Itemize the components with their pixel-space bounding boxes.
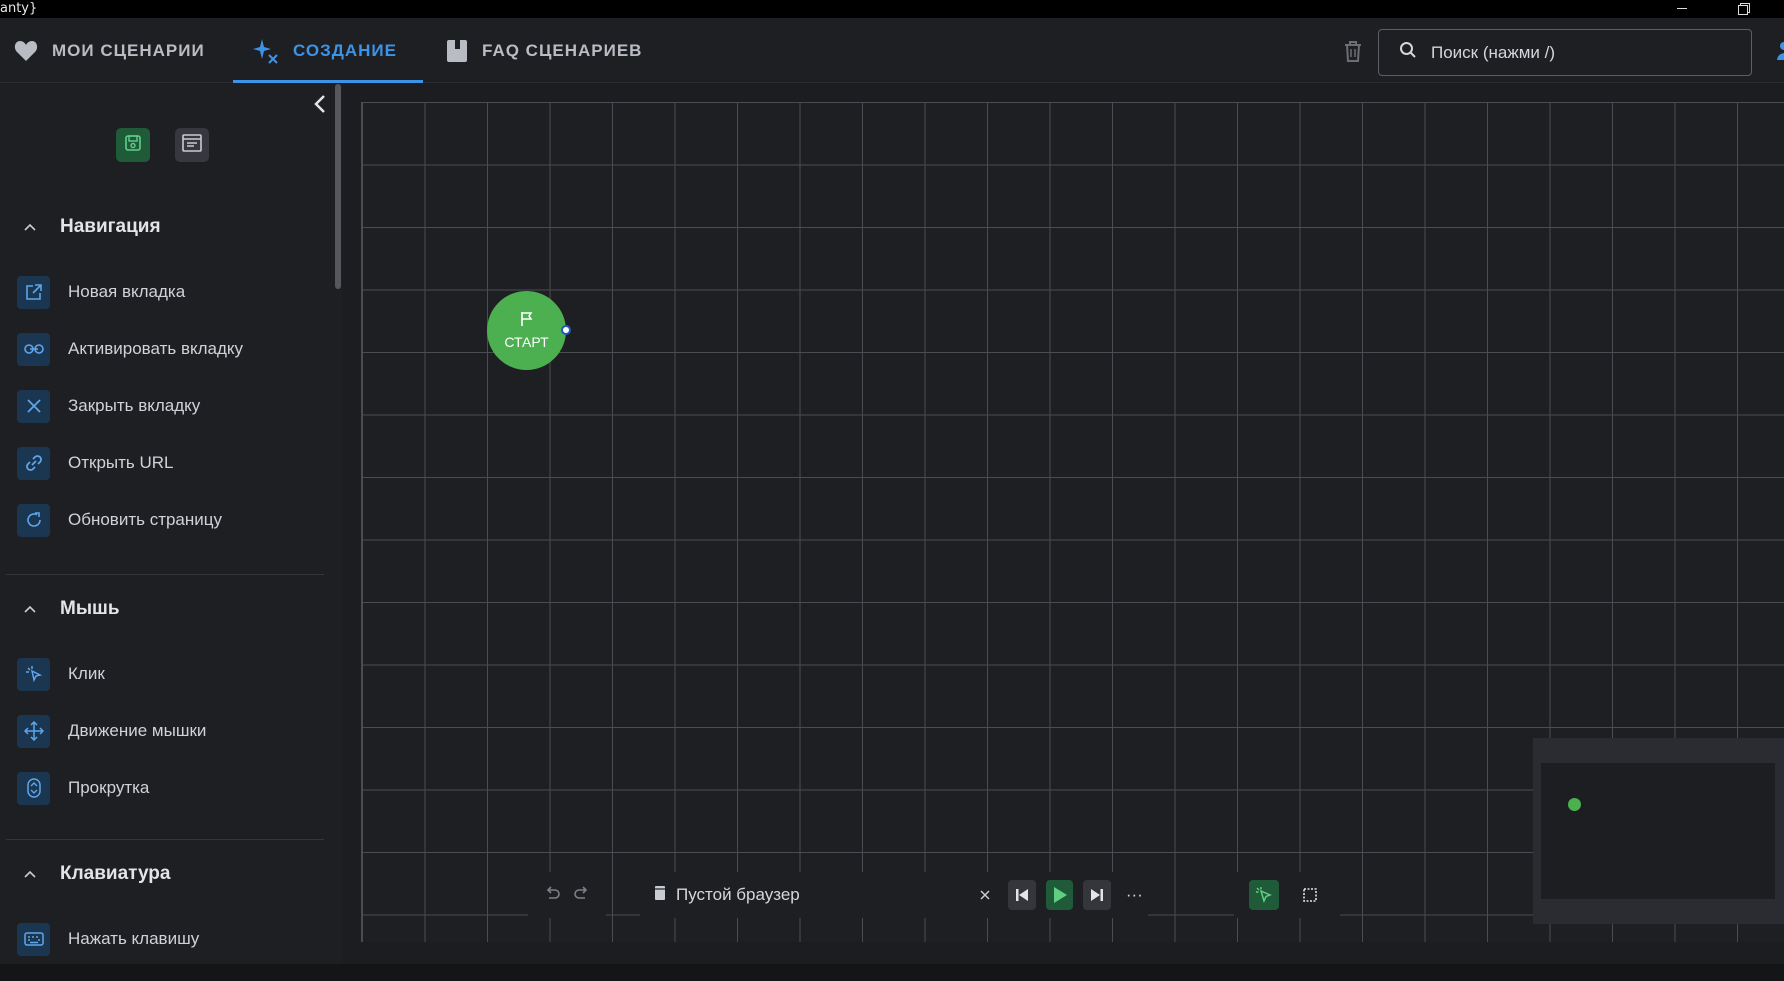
link-icon	[17, 332, 50, 366]
tab-label: FAQ СЦЕНАРИЕВ	[482, 40, 643, 60]
user-icon[interactable]	[1776, 40, 1784, 62]
action-press-key[interactable]: Нажать клавишу	[17, 922, 199, 956]
chain-link-icon	[17, 446, 50, 480]
start-node-label: СТАРТ	[504, 334, 549, 350]
more-options-button[interactable]: ···	[1121, 880, 1148, 910]
play-button[interactable]	[1045, 880, 1074, 910]
tab-label: МОИ СЦЕНАРИИ	[52, 40, 205, 60]
action-open-url[interactable]: Открыть URL	[17, 446, 174, 480]
collapse-sidebar-icon[interactable]	[310, 92, 330, 116]
action-label: Движение мышки	[68, 721, 207, 740]
window-title: anty}	[0, 1, 38, 16]
action-click[interactable]: Клик	[17, 657, 105, 691]
refresh-icon	[17, 503, 50, 537]
minimap-start-node	[1568, 798, 1581, 811]
action-new-tab[interactable]: Новая вкладка	[17, 275, 185, 309]
move-icon	[17, 714, 50, 748]
clear-profile-button[interactable]	[971, 880, 998, 910]
step-back-button[interactable]	[1008, 880, 1036, 910]
sparkles-icon	[253, 38, 279, 64]
tab-my-scenarios[interactable]: МОИ СЦЕНАРИИ	[14, 18, 205, 83]
step-forward-button[interactable]	[1083, 880, 1111, 910]
close-icon	[17, 389, 50, 423]
action-scroll[interactable]: Прокрутка	[17, 771, 149, 805]
book-icon	[446, 39, 468, 63]
start-node-output-port[interactable]	[561, 325, 571, 335]
section-title: Клавиатура	[60, 863, 171, 884]
tab-create[interactable]: СОЗДАНИЕ	[253, 18, 397, 83]
redo-icon[interactable]	[573, 885, 591, 905]
section-divider	[6, 574, 324, 575]
section-header-keyboard[interactable]: Клавиатура	[0, 859, 330, 889]
cursor-click-icon	[17, 657, 50, 691]
template-icon	[182, 133, 202, 157]
window-titlebar: anty}	[0, 0, 1784, 18]
action-close-tab[interactable]: Закрыть вкладку	[17, 389, 200, 423]
action-label: Открыть URL	[68, 453, 174, 472]
open-tab-icon	[17, 275, 50, 309]
section-header-mouse[interactable]: Мышь	[0, 594, 330, 624]
restore-button[interactable]	[1722, 0, 1762, 18]
action-label: Новая вкладка	[68, 282, 186, 301]
action-label: Прокрутка	[68, 778, 150, 797]
history-toolbar	[528, 872, 606, 918]
flag-icon	[520, 311, 534, 330]
search-box[interactable]	[1378, 29, 1752, 76]
area-select-button[interactable]	[1295, 880, 1325, 910]
sidebar-scrollbar[interactable]	[335, 84, 341, 289]
active-tab-indicator	[233, 80, 423, 83]
action-refresh-page[interactable]: Обновить страницу	[17, 503, 222, 537]
tab-label: СОЗДАНИЕ	[293, 40, 397, 60]
action-label: Обновить страницу	[68, 510, 223, 529]
top-navigation: МОИ СЦЕНАРИИ СОЗДАНИЕ FAQ СЦЕНАРИЕВ	[0, 18, 1784, 83]
keyboard-icon	[17, 922, 50, 956]
save-icon	[124, 134, 142, 157]
action-mouse-move[interactable]: Движение мышки	[17, 714, 206, 748]
heart-icon	[14, 40, 38, 62]
trash-icon[interactable]	[1343, 40, 1363, 67]
chevron-up-icon	[0, 869, 60, 879]
search-input[interactable]	[1431, 42, 1691, 63]
tab-faq[interactable]: FAQ СЦЕНАРИЕВ	[446, 18, 642, 83]
minimap-viewport	[1541, 763, 1775, 899]
section-header-navigation[interactable]: Навигация	[0, 212, 330, 242]
minimap[interactable]	[1533, 738, 1784, 924]
action-label: Клик	[68, 664, 105, 683]
save-button[interactable]	[116, 128, 150, 162]
minimize-button[interactable]	[1662, 0, 1702, 18]
bottom-strip	[0, 964, 1784, 981]
action-label: Активировать вкладку	[68, 339, 244, 358]
action-activate-tab[interactable]: Активировать вкладку	[17, 332, 243, 366]
pointer-tool-button[interactable]	[1249, 880, 1279, 910]
section-title: Мышь	[60, 598, 120, 619]
chevron-up-icon	[0, 222, 60, 232]
start-node[interactable]: СТАРТ	[487, 291, 566, 370]
template-button[interactable]	[175, 128, 209, 162]
selection-toolbar	[1234, 872, 1340, 918]
browser-profile-icon	[654, 885, 666, 906]
undo-icon[interactable]	[543, 885, 561, 905]
section-title: Навигация	[60, 216, 161, 237]
scroll-icon	[17, 771, 50, 805]
action-label: Закрыть вкладку	[68, 396, 201, 415]
chevron-up-icon	[0, 604, 60, 614]
action-label: Нажать клавишу	[68, 929, 200, 948]
section-divider	[6, 839, 324, 840]
browser-profile-select[interactable]: Пустой браузер	[676, 885, 961, 905]
run-toolbar: Пустой браузер ···	[640, 872, 1148, 918]
search-icon	[1399, 41, 1417, 64]
actions-sidebar: Навигация Новая вкладка Активировать вкл…	[0, 84, 342, 964]
